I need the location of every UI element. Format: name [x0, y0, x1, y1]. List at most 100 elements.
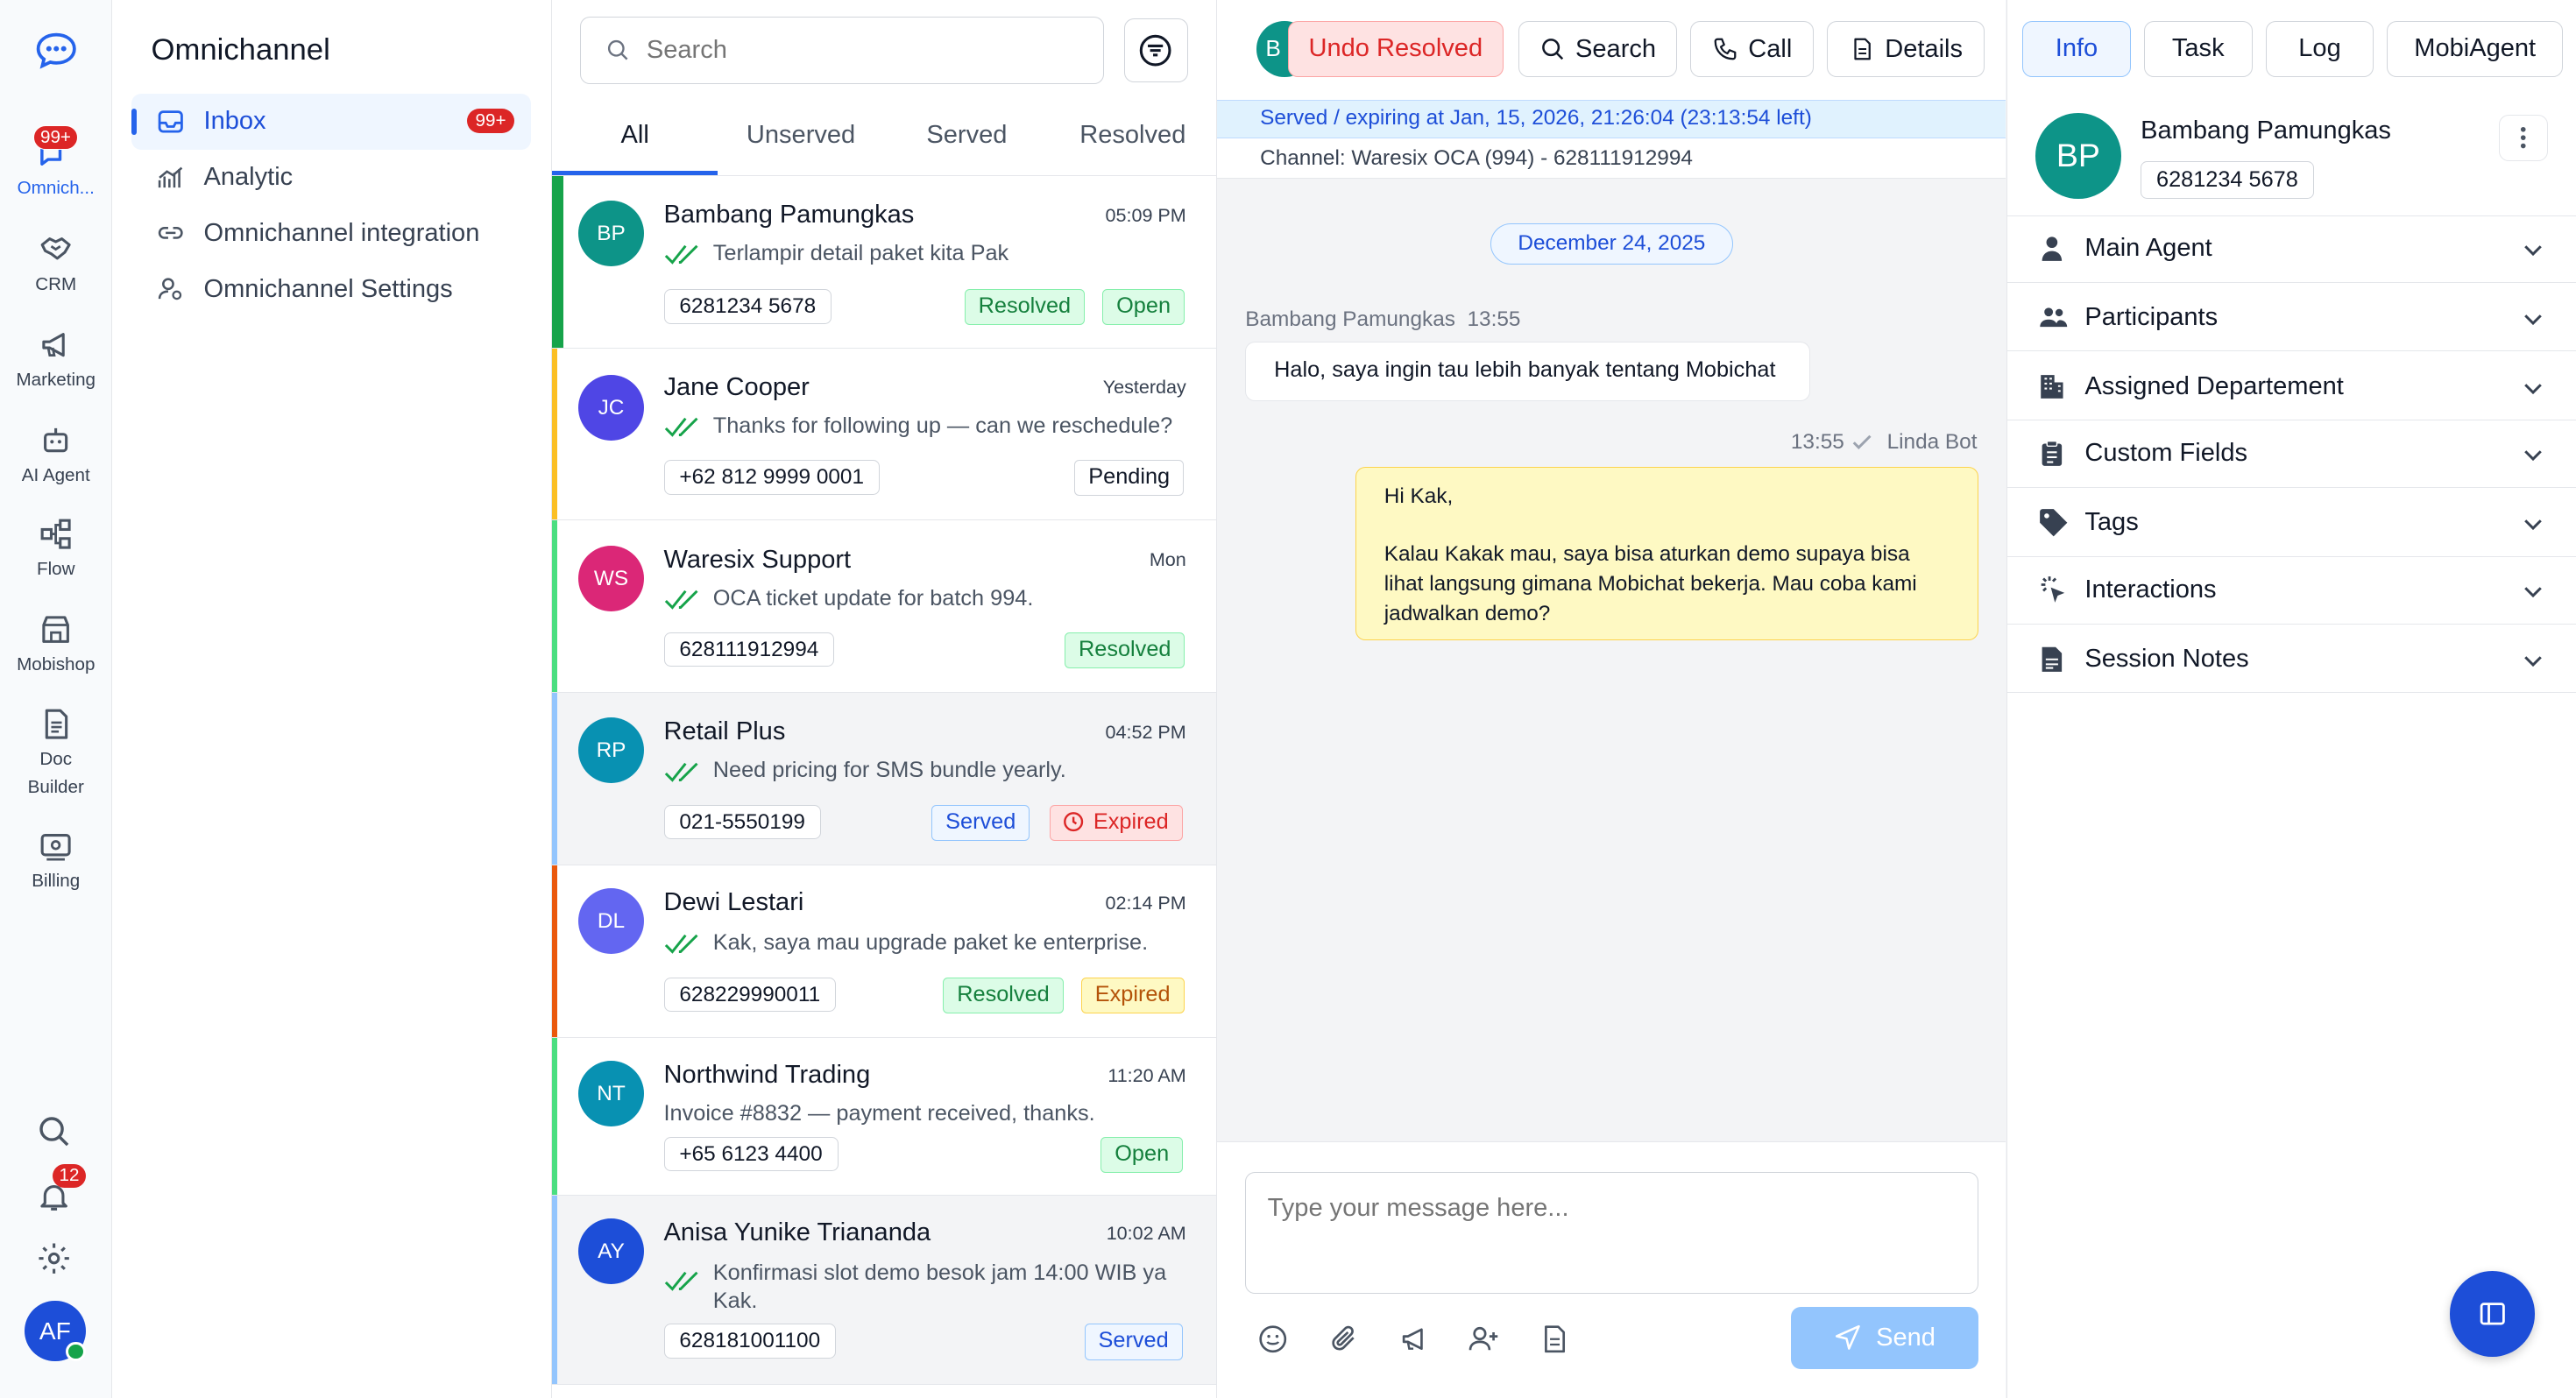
- incoming-sender: Bambang Pamungkas: [1245, 307, 1455, 331]
- section-session-notes[interactable]: Session Notes: [2007, 625, 2576, 694]
- attachment-icon[interactable]: [1327, 1323, 1361, 1356]
- nav-title: Omnichannel: [151, 32, 330, 67]
- contact-name: Retail Plus: [663, 717, 786, 746]
- user-icon: [2042, 237, 2063, 261]
- double-check-icon: [664, 1272, 698, 1292]
- undo-resolved-button[interactable]: Undo Resolved: [1288, 21, 1504, 78]
- more-options-button[interactable]: [2498, 115, 2549, 161]
- conversation-item[interactable]: RP Retail Plus 04:52 PM Need pricing for…: [552, 693, 1216, 866]
- rail-item-crm[interactable]: CRM: [0, 231, 112, 299]
- nav-item-analytic[interactable]: Analytic: [131, 150, 531, 206]
- toggle-panel-button[interactable]: [2449, 1271, 2536, 1357]
- rail-item-doc-builder[interactable]: Doc Builder: [0, 706, 112, 801]
- conversation-item[interactable]: JC Jane Cooper Yesterday Thanks for foll…: [552, 348, 1216, 521]
- phone-chip: +62 812 9999 0001: [663, 460, 880, 495]
- tab-unserved[interactable]: Unserved: [718, 100, 883, 174]
- nav-item-settings[interactable]: Omnichannel Settings: [131, 261, 531, 317]
- send-button[interactable]: Send: [1790, 1306, 1978, 1369]
- check-icon: [1853, 434, 1872, 449]
- store-icon: [42, 615, 70, 643]
- section-assigned-department[interactable]: Assigned Departement: [2007, 353, 2576, 420]
- broadcast-icon[interactable]: [1397, 1323, 1433, 1356]
- avatar: RP: [578, 717, 644, 784]
- global-search-icon[interactable]: [36, 1113, 72, 1149]
- call-button[interactable]: Call: [1690, 21, 1814, 78]
- kebab-menu-icon: [2521, 127, 2526, 149]
- conversation-time: 02:14 PM: [1105, 892, 1186, 914]
- filter-button[interactable]: [1123, 18, 1188, 82]
- rail-item-marketing[interactable]: Marketing: [0, 327, 112, 394]
- contact-avatar: BP: [2035, 113, 2121, 199]
- chat-panel: B Undo Resolved Search Call Details Serv…: [1217, 0, 2008, 1398]
- contact-info-panel: Info Task Log MobiAgent BP Bambang Pamun…: [2007, 0, 2576, 1398]
- section-tags[interactable]: Tags: [2007, 490, 2576, 557]
- rail-item-ai-agent[interactable]: AI Agent: [0, 422, 112, 490]
- document-icon: [1854, 38, 1871, 60]
- conversation-item[interactable]: NT Northwind Trading 11:20 AM Invoice #8…: [552, 1038, 1216, 1196]
- status-tag-expired: Expired: [1050, 804, 1183, 841]
- rail-item-mobishop[interactable]: Mobishop: [0, 611, 112, 679]
- rail-item-flow[interactable]: Flow: [0, 516, 112, 583]
- search-input[interactable]: [646, 35, 1058, 65]
- search-box[interactable]: [579, 16, 1104, 84]
- section-main-agent[interactable]: Main Agent: [2007, 215, 2576, 283]
- chat-search-button[interactable]: Search: [1518, 21, 1678, 78]
- app-rail: 99+ Omnich... CRM Marketing AI Agent Flo…: [0, 0, 112, 1398]
- section-custom-fields[interactable]: Custom Fields: [2007, 420, 2576, 488]
- nav-item-inbox[interactable]: Inbox 99+: [131, 93, 531, 150]
- outgoing-meta: 13:55 Linda Bot: [1791, 430, 1978, 455]
- rail-item-omnichannel[interactable]: 99+ Omnich...: [0, 124, 112, 201]
- conversation-item[interactable]: AY Anisa Yunike Triananda 10:02 AM Konfi…: [552, 1196, 1216, 1385]
- tab-log[interactable]: Log: [2265, 21, 2374, 78]
- tab-info[interactable]: Info: [2022, 21, 2131, 78]
- rail-item-billing[interactable]: Billing: [0, 828, 112, 895]
- status-tag: Open: [1100, 1136, 1184, 1173]
- details-button[interactable]: Details: [1827, 21, 1985, 78]
- avatar: AY: [578, 1218, 644, 1285]
- link-icon: [159, 227, 183, 240]
- incoming-time: 13:55: [1467, 307, 1521, 331]
- message-input[interactable]: [1245, 1171, 1978, 1294]
- conversation-item[interactable]: WS Waresix Support Mon OCA ticket update…: [552, 520, 1216, 694]
- section-label: Custom Fields: [2084, 439, 2248, 468]
- rail-omnichannel-badge: 99+: [32, 124, 79, 150]
- rail-item-label: Marketing: [16, 370, 96, 391]
- composer: Send: [1217, 1141, 2006, 1398]
- section-participants[interactable]: Participants: [2007, 284, 2576, 352]
- outgoing-message-bubble: Hi Kak, Kalau Kakak mau, saya bisa aturk…: [1355, 466, 1978, 641]
- last-message: Kak, saya mau upgrade paket ke enterpris…: [712, 930, 1149, 956]
- send-icon: [1836, 1325, 1861, 1351]
- status-tag: Resolved: [964, 289, 1086, 326]
- notification-bell[interactable]: 12: [36, 1164, 92, 1218]
- conversation-item[interactable]: BP Bambang Pamungkas 05:09 PM Terlampir …: [552, 175, 1216, 349]
- tab-resolved[interactable]: Resolved: [1050, 100, 1215, 174]
- app-logo-icon[interactable]: [33, 30, 80, 69]
- tab-served[interactable]: Served: [884, 100, 1050, 174]
- tab-all[interactable]: All: [552, 100, 718, 175]
- status-bar: [552, 348, 557, 520]
- rail-item-label: Flow: [36, 558, 75, 579]
- add-participant-icon[interactable]: [1466, 1323, 1502, 1356]
- nav-item-integration[interactable]: Omnichannel integration: [131, 205, 531, 261]
- contact-name: Anisa Yunike Triananda: [663, 1218, 931, 1247]
- chat-header: B Undo Resolved Search Call Details: [1217, 0, 2006, 101]
- active-indicator: [131, 108, 137, 135]
- last-message: Thanks for following up — can we resched…: [712, 413, 1173, 438]
- status-bar: [552, 1038, 557, 1195]
- section-label: Session Notes: [2084, 644, 2249, 673]
- last-message: Need pricing for SMS bundle yearly.: [712, 758, 1066, 783]
- double-check-icon: [664, 935, 698, 955]
- last-message: Terlampir detail paket kita Pak: [712, 240, 1009, 265]
- conversation-time: 05:09 PM: [1105, 203, 1186, 226]
- section-interactions[interactable]: Interactions: [2007, 557, 2576, 625]
- tab-task[interactable]: Task: [2143, 21, 2253, 78]
- settings-gear-icon[interactable]: [36, 1240, 72, 1276]
- emoji-icon[interactable]: [1256, 1323, 1290, 1356]
- conversation-time: 10:02 AM: [1106, 1222, 1186, 1244]
- last-message: Konfirmasi slot demo besok jam 14:00 WIB…: [712, 1260, 1167, 1313]
- conversation-item[interactable]: DL Dewi Lestari 02:14 PM Kak, saya mau u…: [552, 865, 1216, 1038]
- outgoing-time: 13:55: [1790, 430, 1844, 455]
- tab-mobiagent[interactable]: MobiAgent: [2387, 21, 2563, 78]
- building-icon: [2041, 375, 2063, 399]
- template-document-icon[interactable]: [1538, 1323, 1571, 1356]
